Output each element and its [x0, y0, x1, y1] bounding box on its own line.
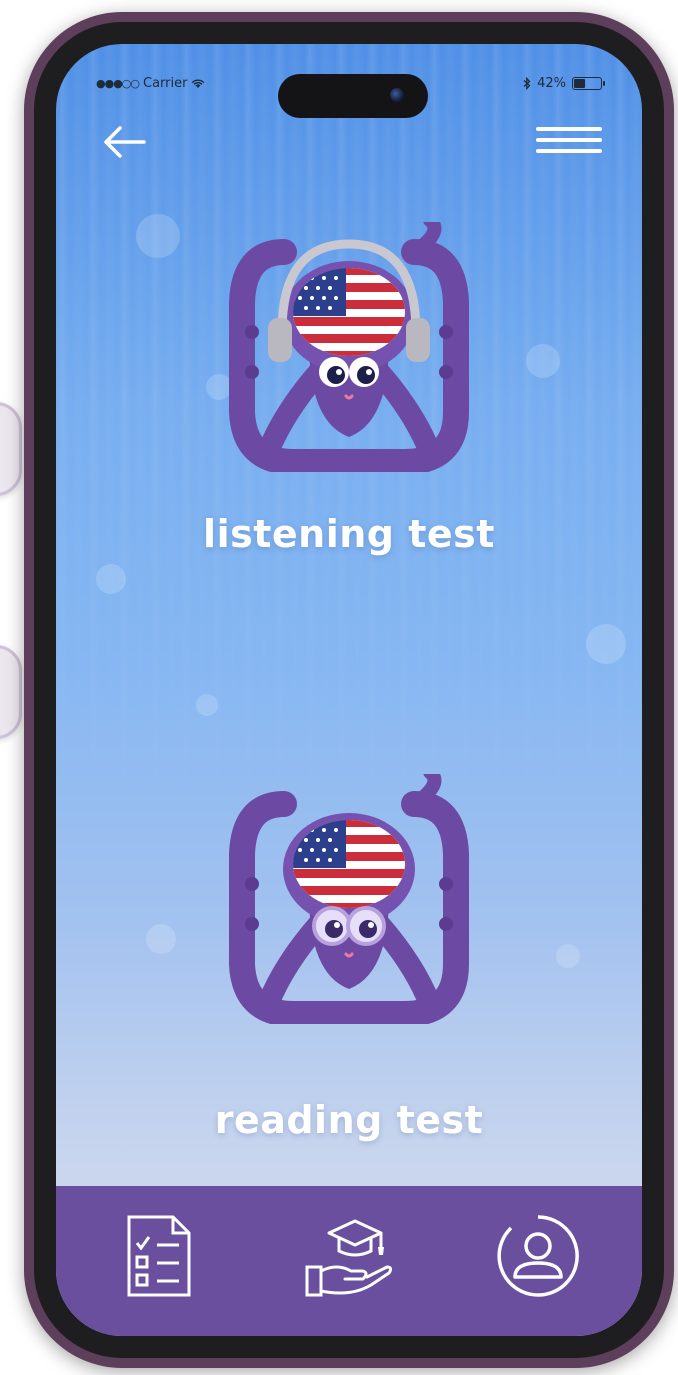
- battery-percentage: 42%: [537, 75, 566, 91]
- bubble: [196, 694, 218, 716]
- side-button-upper: [0, 402, 22, 496]
- hamburger-line: [536, 138, 602, 142]
- arrow-left-icon: [104, 126, 146, 158]
- battery-icon: [572, 76, 605, 90]
- menu-button[interactable]: [536, 120, 602, 166]
- user-profile-icon: [497, 1215, 579, 1297]
- app-screen: ●●●○○ Carrier 42% listening test reading…: [56, 44, 642, 1336]
- phone-bezel: ●●●○○ Carrier 42% listening test reading…: [34, 22, 664, 1358]
- carrier-name: Carrier: [143, 75, 188, 91]
- wifi-icon: [192, 79, 205, 88]
- hamburger-menu-icon: [536, 127, 602, 131]
- front-camera: [390, 88, 404, 102]
- status-right: 42%: [523, 75, 605, 91]
- status-left: ●●●○○ Carrier: [96, 76, 205, 91]
- hamburger-line: [536, 149, 602, 153]
- reading-test-button[interactable]: reading test: [56, 774, 642, 1142]
- reading-test-label: reading test: [214, 1098, 484, 1142]
- phone-frame: ●●●○○ Carrier 42% listening test reading…: [24, 12, 674, 1368]
- back-button[interactable]: [100, 122, 148, 162]
- battery-fill: [574, 78, 585, 88]
- nav-profile-button[interactable]: [490, 1208, 586, 1304]
- signal-strength-icon: ●●●○○: [96, 76, 140, 90]
- bottom-navigation: [56, 1186, 642, 1336]
- bluetooth-icon: [523, 76, 531, 90]
- camera-notch: [278, 74, 428, 118]
- graduation-cap-hand-icon: [305, 1219, 393, 1297]
- side-button-lower: [0, 645, 22, 739]
- listening-test-button[interactable]: listening test: [56, 222, 642, 556]
- octopus-headphones-icon: [229, 222, 469, 472]
- bubble: [96, 564, 126, 594]
- octopus-glasses-icon: [229, 774, 469, 1024]
- nav-tests-button[interactable]: [112, 1208, 208, 1304]
- bubble: [586, 624, 626, 664]
- listening-test-label: listening test: [203, 512, 495, 556]
- checklist-icon: [127, 1215, 191, 1297]
- nav-learn-button[interactable]: [301, 1208, 397, 1304]
